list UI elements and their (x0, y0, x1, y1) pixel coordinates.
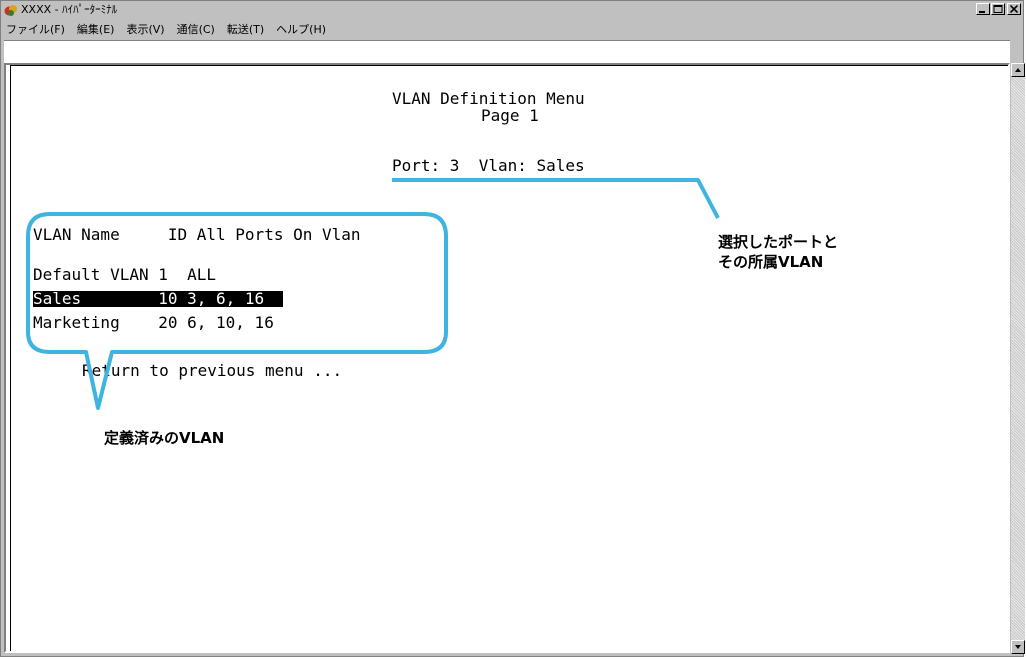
callout-overlay (26, 178, 720, 410)
defined-vlans-annotation: 定義済みのVLAN (104, 429, 225, 447)
selected-port-annotation-line1: 選択したポートと (718, 233, 839, 251)
selected-port-annotation-line2: その所属VLAN (718, 253, 824, 271)
status-callout-line (392, 178, 720, 219)
vlan-list-callout-bubble (26, 212, 448, 410)
